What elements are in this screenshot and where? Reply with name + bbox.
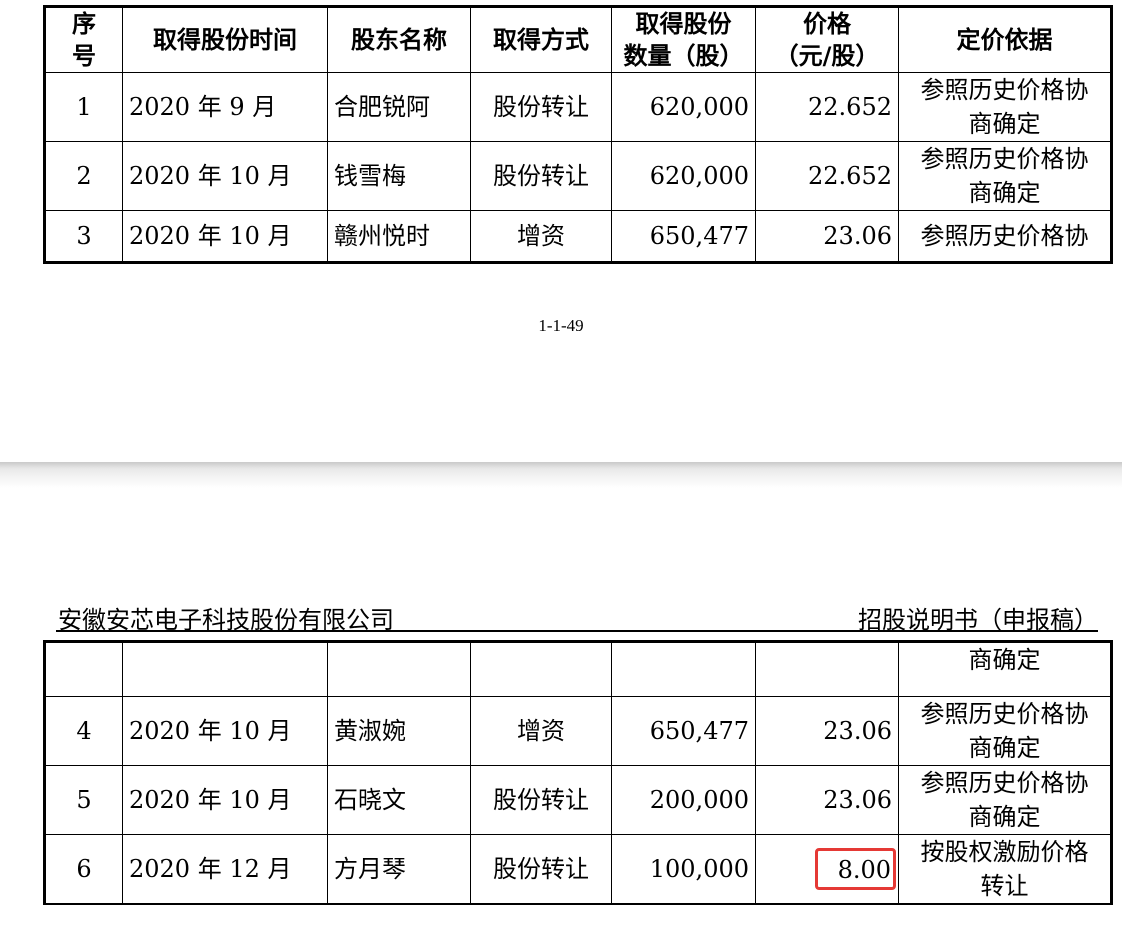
cell-seq <box>44 641 123 697</box>
document-page-top: 序号 取得股份时间 股东名称 取得方式 取得股份 数量（股） 价格 （元/股） 定价… <box>0 0 1122 462</box>
cell-time: 2020 年 10 月 <box>122 210 328 263</box>
table-row: 商确定 <box>44 641 1112 697</box>
cell-qty: 620,000 <box>611 72 756 142</box>
cell-qty: 100,000 <box>611 834 756 905</box>
cell-qty: 650,477 <box>611 210 756 263</box>
cell-price <box>755 641 899 697</box>
shareholder-table-bottom: 商确定 4 2020 年 10 月 黄淑婉 增资 650,477 23.06 参… <box>43 640 1113 905</box>
page-number: 1-1-49 <box>538 316 584 335</box>
cell-name: 黄淑婉 <box>327 696 471 766</box>
cell-method <box>470 641 612 697</box>
highlighted-price-box: 8.00 <box>814 848 896 890</box>
cell-name: 合肥锐阿 <box>327 72 471 142</box>
header-seq: 序号 <box>44 6 123 73</box>
cell-time: 2020 年 12 月 <box>122 834 328 905</box>
cell-price: 23.06 <box>755 765 899 835</box>
table-header-row: 序号 取得股份时间 股东名称 取得方式 取得股份 数量（股） 价格 （元/股） 定价… <box>44 6 1112 73</box>
cell-method: 股份转让 <box>470 141 612 211</box>
cell-basis: 按股权激励价格 转让 <box>898 834 1112 905</box>
cell-time: 2020 年 9 月 <box>122 72 328 142</box>
cell-price: 23.06 <box>755 210 899 263</box>
table-row: 2 2020 年 10 月 钱雪梅 股份转让 620,000 22.652 参照… <box>44 141 1112 211</box>
document-page-bottom: 安徽安芯电子科技股份有限公司 招股说明书（申报稿） 商确定 4 2020 年 1… <box>0 488 1122 941</box>
cell-method: 股份转让 <box>470 765 612 835</box>
cell-basis: 参照历史价格协 商确定 <box>898 765 1112 835</box>
cell-seq: 4 <box>44 696 123 766</box>
cell-qty: 650,477 <box>611 696 756 766</box>
cell-basis: 商确定 <box>898 641 1112 697</box>
table-row: 1 2020 年 9 月 合肥锐阿 股份转让 620,000 22.652 参照… <box>44 72 1112 142</box>
cell-name: 石晓文 <box>327 765 471 835</box>
cell-seq: 6 <box>44 834 123 905</box>
cell-time: 2020 年 10 月 <box>122 696 328 766</box>
table-row: 6 2020 年 12 月 方月琴 股份转让 100,000 8.00 按股权激… <box>44 834 1112 905</box>
cell-price: 8.00 <box>755 834 899 905</box>
header-basis: 定价依据 <box>898 6 1112 73</box>
cell-qty: 620,000 <box>611 141 756 211</box>
cell-name: 钱雪梅 <box>327 141 471 211</box>
header-method: 取得方式 <box>470 6 612 73</box>
cell-seq: 2 <box>44 141 123 211</box>
cell-basis: 参照历史价格协 <box>898 210 1112 263</box>
header-price: 价格 （元/股） <box>755 6 899 73</box>
cell-method: 股份转让 <box>470 72 612 142</box>
table-row: 3 2020 年 10 月 赣州悦时 增资 650,477 23.06 参照历史… <box>44 210 1112 263</box>
cell-price: 22.652 <box>755 141 899 211</box>
cell-seq: 5 <box>44 765 123 835</box>
cell-qty: 200,000 <box>611 765 756 835</box>
cell-basis: 参照历史价格协 商确定 <box>898 141 1112 211</box>
table-row: 4 2020 年 10 月 黄淑婉 增资 650,477 23.06 参照历史价… <box>44 696 1112 766</box>
cell-price: 23.06 <box>755 696 899 766</box>
page-separator <box>0 462 1122 488</box>
cell-time <box>122 641 328 697</box>
shareholder-table-top: 序号 取得股份时间 股东名称 取得方式 取得股份 数量（股） 价格 （元/股） 定价… <box>43 5 1113 264</box>
cell-basis: 参照历史价格协 商确定 <box>898 72 1112 142</box>
header-rule <box>56 630 1098 632</box>
cell-seq: 3 <box>44 210 123 263</box>
cell-qty <box>611 641 756 697</box>
header-qty: 取得股份 数量（股） <box>611 6 756 73</box>
cell-name <box>327 641 471 697</box>
cell-method: 股份转让 <box>470 834 612 905</box>
header-time: 取得股份时间 <box>122 6 328 73</box>
header-name: 股东名称 <box>327 6 471 73</box>
cell-price: 22.652 <box>755 72 899 142</box>
cell-time: 2020 年 10 月 <box>122 765 328 835</box>
cell-name: 方月琴 <box>327 834 471 905</box>
cell-time: 2020 年 10 月 <box>122 141 328 211</box>
cell-seq: 1 <box>44 72 123 142</box>
table-row: 5 2020 年 10 月 石晓文 股份转让 200,000 23.06 参照历… <box>44 765 1112 835</box>
cell-name: 赣州悦时 <box>327 210 471 263</box>
cell-method: 增资 <box>470 210 612 263</box>
cell-basis: 参照历史价格协 商确定 <box>898 696 1112 766</box>
cell-method: 增资 <box>470 696 612 766</box>
